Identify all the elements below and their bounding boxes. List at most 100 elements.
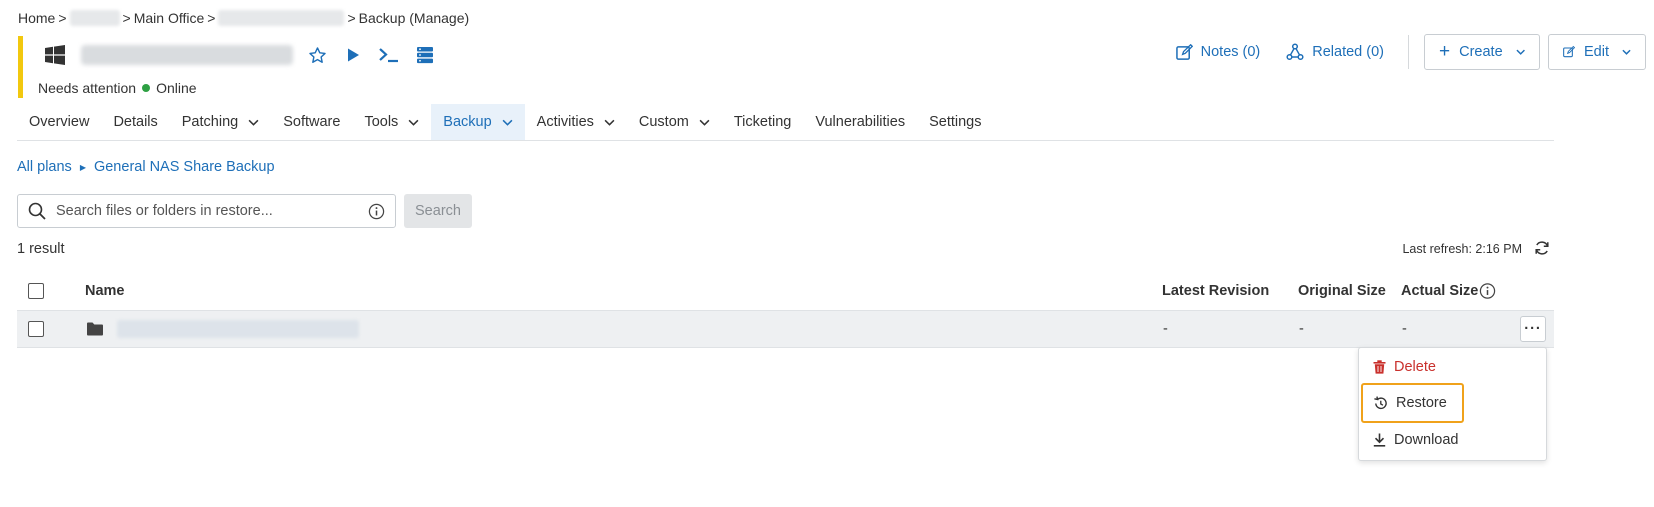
info-icon[interactable]: [368, 203, 385, 220]
row-actual-size: -: [1402, 321, 1407, 337]
folder-name-redacted[interactable]: [117, 320, 359, 338]
online-text: Online: [156, 80, 197, 96]
tab-label: Vulnerabilities: [815, 114, 906, 130]
header-divider: [1408, 35, 1409, 69]
row-more-button[interactable]: ···: [1520, 316, 1546, 342]
tab-software[interactable]: Software: [271, 104, 352, 140]
plan-name-link[interactable]: General NAS Share Backup: [94, 159, 275, 175]
breadcrumb-redacted-device[interactable]: [218, 10, 345, 26]
tab-label: Patching: [181, 114, 239, 130]
tab-label: Backup: [443, 114, 492, 130]
online-dot-icon: [142, 84, 151, 92]
search-icon: [28, 202, 46, 220]
chevron-down-icon: [502, 119, 513, 126]
related-icon: [1286, 43, 1304, 61]
menu-delete-label: Delete: [1394, 359, 1436, 375]
create-button[interactable]: + Create: [1424, 34, 1540, 70]
tab-label: Activities: [536, 114, 594, 130]
tab-vulnerabilities[interactable]: Vulnerabilities: [803, 104, 917, 140]
create-label: Create: [1459, 44, 1503, 60]
files-table: Name Latest Revision Original Size Actua…: [17, 272, 1554, 348]
plan-breadcrumb: All plans ▶ General NAS Share Backup: [17, 159, 275, 175]
breadcrumb: Home > > Main Office > > Backup (Manage): [18, 10, 469, 26]
edit-button[interactable]: Edit: [1548, 34, 1646, 70]
related-label: Related (0): [1312, 44, 1384, 60]
breadcrumb-redacted-org[interactable]: [69, 10, 120, 26]
search-input[interactable]: [56, 203, 368, 219]
status-text: Needs attention: [38, 80, 137, 96]
device-name-redacted: [81, 45, 293, 65]
result-count: 1 result: [17, 241, 65, 257]
column-original-size[interactable]: Original Size: [1298, 283, 1386, 299]
server-icon[interactable]: [414, 44, 436, 66]
tab-backup[interactable]: Backup: [431, 104, 525, 140]
row-original-size: -: [1299, 321, 1304, 337]
tab-custom[interactable]: Custom: [627, 104, 722, 140]
tab-details[interactable]: Details: [101, 104, 169, 140]
tab-ticketing[interactable]: Ticketing: [722, 104, 803, 140]
tab-patching[interactable]: Patching: [170, 104, 271, 140]
all-plans-link[interactable]: All plans: [17, 159, 72, 175]
search-box: [17, 194, 396, 228]
chevron-down-icon: [1516, 49, 1525, 55]
notes-label: Notes (0): [1200, 44, 1261, 60]
breadcrumb-office[interactable]: Main Office: [134, 10, 205, 26]
breadcrumb-home[interactable]: Home: [18, 10, 55, 26]
table-row[interactable]: - - - ···: [17, 310, 1554, 348]
chevron-down-icon: [1622, 49, 1631, 55]
tab-settings[interactable]: Settings: [917, 104, 993, 140]
tab-label: Settings: [929, 114, 982, 130]
breadcrumb-separator: >: [207, 10, 216, 26]
refresh-icon[interactable]: [1534, 240, 1550, 256]
column-actual-size[interactable]: Actual Size: [1401, 283, 1478, 299]
play-icon[interactable]: [342, 44, 364, 66]
info-icon[interactable]: [1479, 283, 1496, 300]
menu-download-label: Download: [1394, 432, 1459, 448]
chevron-down-icon: [699, 119, 710, 126]
select-all-checkbox[interactable]: [28, 283, 44, 299]
device-tabs: Overview Details Patching Software Tools Back…: [17, 104, 1554, 141]
tab-label: Software: [283, 114, 341, 130]
terminal-icon[interactable]: [378, 44, 400, 66]
search-button[interactable]: Search: [404, 194, 472, 228]
device-header: Needs attention Online: [18, 36, 433, 98]
trash-icon: [1373, 360, 1386, 374]
tab-activities[interactable]: Activities: [525, 104, 627, 140]
row-checkbox[interactable]: [28, 321, 44, 337]
edit-label: Edit: [1584, 44, 1609, 60]
tab-tools[interactable]: Tools: [352, 104, 431, 140]
menu-item-download[interactable]: Download: [1363, 422, 1462, 458]
breadcrumb-separator: >: [58, 10, 67, 26]
breadcrumb-separator: >: [122, 10, 131, 26]
triangle-right-icon: ▶: [79, 162, 86, 172]
menu-item-restore[interactable]: Restore: [1361, 383, 1464, 423]
column-latest-revision[interactable]: Latest Revision: [1162, 283, 1269, 299]
related-button[interactable]: Related (0): [1286, 43, 1384, 61]
windows-icon: [45, 45, 65, 65]
last-refresh: Last refresh: 2:16 PM: [1402, 242, 1522, 256]
tab-label: Overview: [29, 114, 90, 130]
tab-label: Details: [113, 114, 158, 130]
row-latest-revision: -: [1163, 321, 1168, 337]
row-context-menu: Delete Restore Download: [1358, 347, 1547, 461]
download-icon: [1373, 433, 1386, 447]
chevron-down-icon: [248, 119, 259, 126]
menu-restore-label: Restore: [1396, 395, 1447, 411]
table-header: Name Latest Revision Original Size Actua…: [17, 272, 1554, 310]
breadcrumb-separator: >: [347, 10, 356, 26]
notes-icon: [1175, 43, 1193, 60]
edit-icon: [1563, 45, 1575, 58]
star-icon[interactable]: [306, 44, 328, 66]
tab-label: Custom: [638, 114, 689, 130]
menu-item-delete[interactable]: Delete: [1363, 349, 1462, 385]
chevron-down-icon: [408, 119, 419, 126]
header-actions: Notes (0) Related (0) + Create Edit: [1175, 34, 1654, 70]
tab-overview[interactable]: Overview: [17, 104, 101, 140]
notes-button[interactable]: Notes (0): [1175, 43, 1261, 61]
breadcrumb-current: Backup (Manage): [358, 10, 470, 26]
chevron-down-icon: [604, 119, 615, 126]
column-name[interactable]: Name: [85, 283, 125, 299]
restore-icon: [1374, 395, 1387, 409]
tab-label: Tools: [364, 114, 399, 130]
plus-icon: +: [1439, 40, 1451, 62]
